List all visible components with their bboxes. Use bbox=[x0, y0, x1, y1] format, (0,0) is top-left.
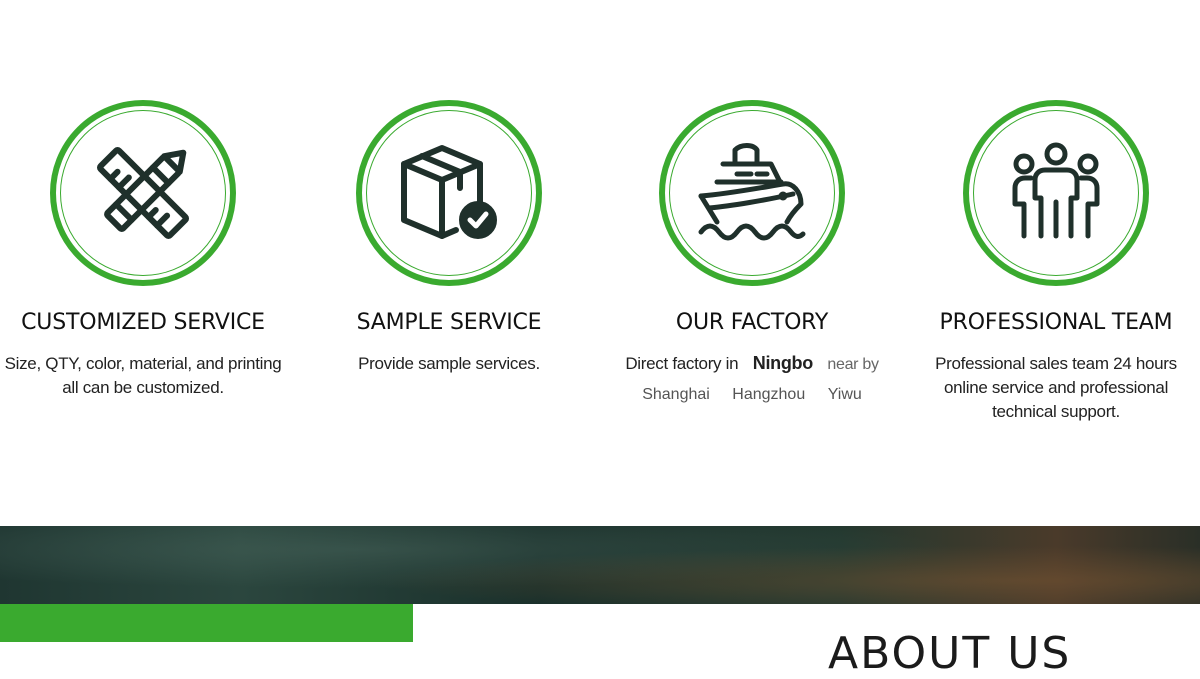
nearby-cities: Shanghai Hangzhou Yiwu bbox=[602, 380, 902, 410]
city-hangzhou: Hangzhou bbox=[732, 386, 806, 403]
section-heading: ABOUT US bbox=[828, 628, 1072, 679]
description-line: all can be customized. bbox=[62, 378, 224, 397]
description-line: Provide sample services. bbox=[358, 354, 540, 373]
ship-icon bbox=[698, 143, 806, 241]
team-icon bbox=[1012, 142, 1100, 239]
city-yiwu: Yiwu bbox=[827, 386, 862, 403]
feature-description: Size, QTY, color, material, and printing… bbox=[0, 352, 293, 400]
description-line: Size, QTY, color, material, and printing bbox=[4, 354, 282, 373]
description-line: technical support. bbox=[992, 402, 1120, 421]
pencil-ruler-icon bbox=[96, 146, 190, 240]
feature-customized-service: CUSTOMIZED SERVICE Size, QTY, color, mat… bbox=[0, 0, 293, 526]
feature-icon-circle bbox=[963, 100, 1149, 286]
city-shanghai: Shanghai bbox=[642, 386, 710, 403]
accent-bar bbox=[0, 604, 413, 642]
feature-description: Professional sales team 24 hours online … bbox=[906, 352, 1200, 424]
factory-prefix: Direct factory in bbox=[625, 354, 739, 373]
factory-line: Direct factory in Ningbo near by bbox=[602, 348, 902, 380]
feature-title: PROFESSIONAL TEAM bbox=[939, 310, 1173, 335]
near-by-text: near by bbox=[827, 356, 879, 373]
feature-title: OUR FACTORY bbox=[675, 310, 829, 335]
description-line: Professional sales team 24 hours bbox=[935, 354, 1177, 373]
package-check-icon bbox=[401, 145, 497, 239]
feature-our-factory: OUR FACTORY Direct factory in Ningbo nea… bbox=[602, 0, 902, 526]
feature-title: SAMPLE SERVICE bbox=[356, 310, 542, 335]
background-banner-image bbox=[0, 526, 1200, 604]
city-ningbo: Ningbo bbox=[752, 353, 813, 373]
feature-icon-circle bbox=[659, 100, 845, 286]
description-line: online service and professional bbox=[943, 378, 1169, 397]
feature-icon-circle bbox=[50, 100, 236, 286]
feature-description: Provide sample services. bbox=[299, 352, 599, 376]
features-section: CUSTOMIZED SERVICE Size, QTY, color, mat… bbox=[0, 0, 1200, 526]
feature-title: CUSTOMIZED SERVICE bbox=[21, 310, 265, 335]
factory-location-description: Direct factory in Ningbo near by Shangha… bbox=[602, 348, 902, 410]
feature-professional-team: PROFESSIONAL TEAM Professional sales tea… bbox=[906, 0, 1200, 526]
feature-icon-circle bbox=[356, 100, 542, 286]
feature-sample-service: SAMPLE SERVICE Provide sample services. bbox=[299, 0, 599, 526]
